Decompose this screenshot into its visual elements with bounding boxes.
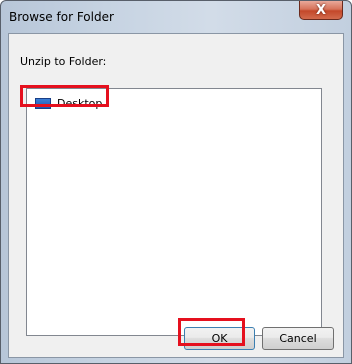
dialog-body: Unzip to Folder: Desktop OK Cancel: [8, 33, 344, 358]
highlight-box-desktop: [20, 85, 109, 107]
window-title: Browse for Folder: [9, 10, 114, 24]
cancel-button-label: Cancel: [279, 332, 317, 345]
close-icon: X: [315, 2, 327, 18]
prompt-label: Unzip to Folder:: [20, 55, 107, 68]
folder-tree[interactable]: Desktop: [26, 88, 322, 336]
browse-for-folder-window: Browse for Folder X Unzip to Folder: Des…: [0, 0, 352, 364]
title-bar: Browse for Folder X: [1, 1, 351, 33]
close-button[interactable]: X: [299, 1, 343, 20]
cancel-button[interactable]: Cancel: [262, 327, 334, 350]
highlight-box-ok: [178, 318, 245, 346]
